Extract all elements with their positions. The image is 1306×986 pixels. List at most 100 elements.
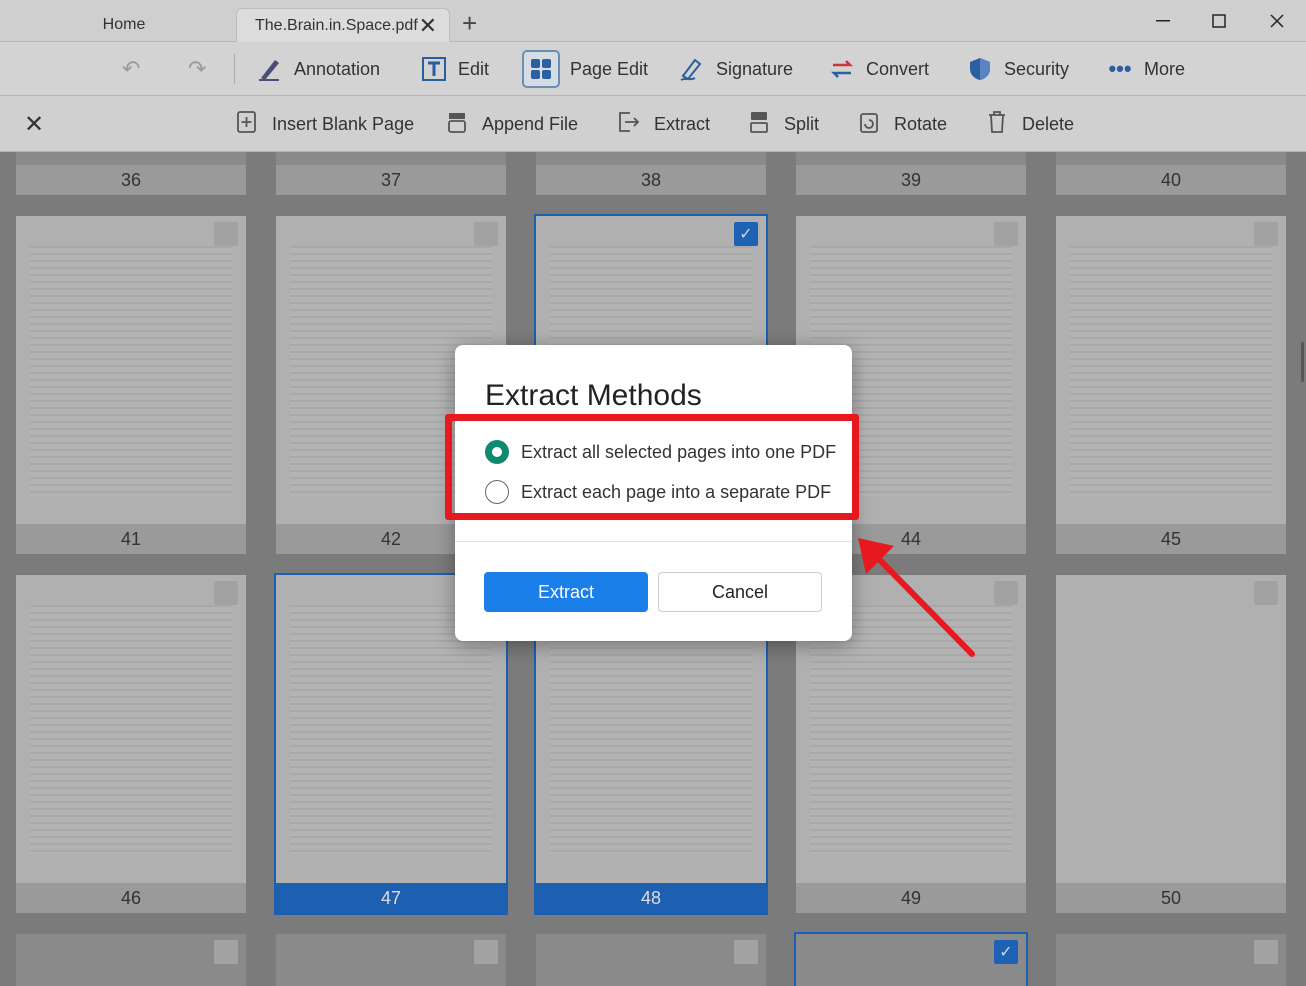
split-button[interactable]: Split (748, 96, 819, 152)
page-thumbnail[interactable]: ✓ (794, 932, 1028, 986)
insert-blank-page-label: Insert Blank Page (272, 113, 415, 134)
page-thumbnail[interactable]: 37 (276, 152, 506, 195)
title-bar: Home The.Brain.in.Space.pdf ✕ + (0, 0, 1306, 42)
tab-home[interactable]: Home (16, 8, 232, 42)
insert-blank-page-button[interactable]: Insert Blank Page (236, 96, 414, 152)
extract-label: Extract (654, 113, 711, 134)
page-thumbnail[interactable]: 50 (1056, 575, 1286, 913)
page-thumbnail[interactable]: 40 (1056, 152, 1286, 195)
edit-label: Edit (458, 58, 490, 79)
page-edit-toolbar: ✕ Insert Blank Page Append File Extract … (0, 96, 1306, 152)
dialog-title: Extract Methods (485, 379, 702, 412)
text-edit-icon (420, 55, 448, 83)
convert-button[interactable]: Convert (828, 42, 929, 96)
rotate-label: Rotate (894, 113, 948, 134)
page-number: 47 (276, 883, 506, 913)
extract-confirm-button[interactable]: Extract (484, 572, 648, 612)
page-checkbox-checked[interactable]: ✓ (994, 940, 1018, 964)
close-page-edit-icon[interactable]: ✕ (24, 96, 44, 152)
window-close-icon[interactable] (1248, 0, 1306, 42)
page-edit-label: Page Edit (570, 58, 649, 79)
split-label: Split (784, 113, 820, 134)
page-checkbox[interactable] (214, 581, 238, 605)
pen-icon (256, 55, 284, 83)
tab-document-label: The.Brain.in.Space.pdf (255, 16, 418, 34)
page-checkbox[interactable] (474, 940, 498, 964)
insert-page-icon (236, 110, 258, 139)
undo-icon[interactable]: ↶ (122, 42, 140, 96)
page-number: 39 (796, 165, 1026, 195)
page-thumbnail[interactable]: 39 (796, 152, 1026, 195)
highlight-box (445, 414, 859, 520)
page-preview (16, 575, 246, 883)
page-number: 40 (1056, 165, 1286, 195)
append-file-button[interactable]: Append File (446, 96, 578, 152)
page-checkbox[interactable] (734, 940, 758, 964)
page-thumbnail[interactable]: 45 (1056, 216, 1286, 554)
grid-icon (522, 50, 560, 88)
page-thumbnail[interactable] (276, 934, 506, 986)
append-file-label: Append File (482, 113, 579, 134)
page-number: 36 (16, 165, 246, 195)
vertical-scrollbar[interactable] (1301, 342, 1304, 382)
delete-button[interactable]: Delete (986, 96, 1074, 152)
main-toolbar: ↶ ↷ Annotation Edit Page Edit Signature … (0, 42, 1306, 96)
page-checkbox[interactable] (214, 222, 238, 246)
page-checkbox[interactable] (994, 581, 1018, 605)
rotate-button[interactable]: Rotate (858, 96, 947, 152)
more-label: More (1144, 58, 1186, 79)
signature-label: Signature (716, 58, 794, 79)
page-preview (1056, 216, 1286, 524)
signature-button[interactable]: Signature (678, 42, 793, 96)
extract-button[interactable]: Extract (616, 96, 710, 152)
page-thumbnail[interactable] (16, 934, 246, 986)
page-thumbnail[interactable]: 46 (16, 575, 246, 913)
page-checkbox[interactable] (474, 222, 498, 246)
maximize-icon[interactable] (1190, 0, 1248, 42)
page-number: 48 (536, 883, 766, 913)
page-number: 50 (1056, 883, 1286, 913)
page-preview (1056, 575, 1286, 883)
minimize-icon[interactable] (1134, 0, 1192, 42)
annotation-button[interactable]: Annotation (256, 42, 380, 96)
page-checkbox-checked[interactable]: ✓ (734, 222, 758, 246)
split-icon (748, 110, 770, 139)
redo-icon[interactable]: ↷ (188, 42, 206, 96)
page-number: 45 (1056, 524, 1286, 554)
page-thumbnail[interactable]: 36 (16, 152, 246, 195)
page-number: 38 (536, 165, 766, 195)
page-checkbox[interactable] (1254, 581, 1278, 605)
page-number: 41 (16, 524, 246, 554)
page-thumbnail[interactable] (1056, 934, 1286, 986)
extract-icon (616, 110, 640, 139)
convert-icon (828, 55, 856, 83)
security-button[interactable]: Security (966, 42, 1069, 96)
page-thumbnail[interactable]: 38 (536, 152, 766, 195)
edit-button[interactable]: Edit (420, 42, 489, 96)
append-file-icon (446, 110, 468, 139)
trash-icon (986, 110, 1008, 139)
annotation-arrow-icon (858, 538, 975, 657)
toolbar-divider (234, 54, 235, 84)
annotation-label: Annotation (294, 58, 381, 79)
new-tab-icon[interactable]: + (462, 10, 477, 36)
page-checkbox[interactable] (1254, 222, 1278, 246)
rotate-icon (858, 110, 880, 139)
convert-label: Convert (866, 58, 930, 79)
tab-home-label: Home (102, 16, 146, 33)
signature-icon (678, 55, 706, 83)
page-number: 37 (276, 165, 506, 195)
more-dots-icon: ••• (1108, 56, 1132, 81)
page-checkbox[interactable] (214, 940, 238, 964)
page-checkbox[interactable] (1254, 940, 1278, 964)
page-checkbox[interactable] (994, 222, 1018, 246)
page-edit-button[interactable]: Page Edit (522, 42, 648, 96)
page-thumbnail[interactable]: 41 (16, 216, 246, 554)
page-number: 46 (16, 883, 246, 913)
page-thumbnail[interactable] (536, 934, 766, 986)
page-preview (16, 216, 246, 524)
more-button[interactable]: ••• More (1106, 42, 1185, 96)
cancel-button[interactable]: Cancel (658, 572, 822, 612)
tab-document[interactable]: The.Brain.in.Space.pdf ✕ (236, 8, 450, 42)
tab-close-icon[interactable]: ✕ (419, 14, 437, 37)
